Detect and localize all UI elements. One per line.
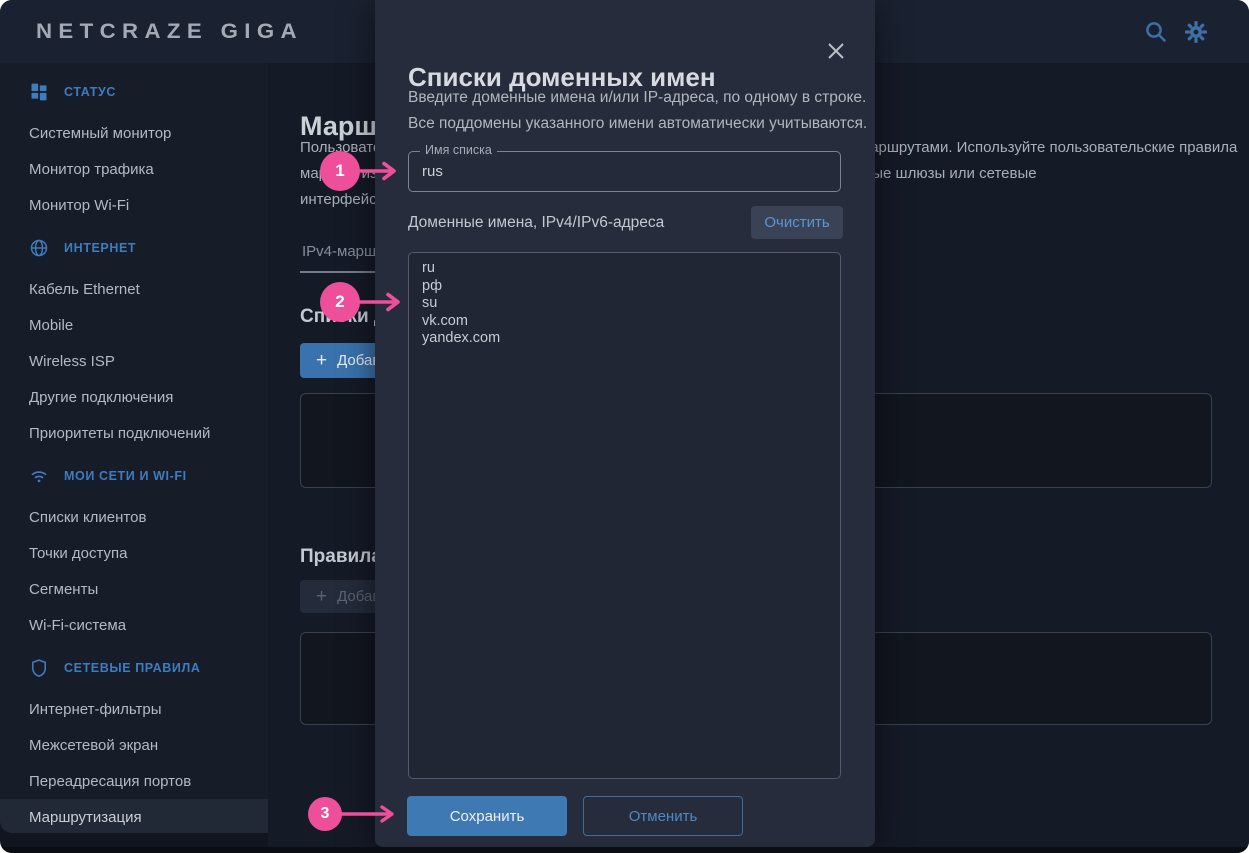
sidebar-section-0: СТАТУС [0, 69, 268, 115]
sidebar-item[interactable]: Точки доступа [0, 535, 268, 571]
sidebar-section-label: МОИ СЕТИ И WI-FI [64, 469, 187, 483]
sidebar-item[interactable]: Mobile [0, 307, 268, 343]
cancel-button[interactable]: Отменить [583, 796, 743, 836]
sidebar-item[interactable]: Другие подключения [0, 379, 268, 415]
sidebar-item[interactable]: Монитор трафика [0, 151, 268, 187]
sidebar-section-2: МОИ СЕТИ И WI-FI [0, 453, 268, 499]
sidebar-section-3: СЕТЕВЫЕ ПРАВИЛА [0, 645, 268, 691]
domain-lists-dialog: Списки доменных имен Введите доменные им… [375, 0, 875, 847]
sidebar-item[interactable]: Системный монитор [0, 115, 268, 151]
wifi-icon [29, 466, 49, 486]
search-icon[interactable] [1143, 19, 1169, 45]
sidebar-item[interactable]: Межсетевой экран [0, 727, 268, 763]
annotation-arrow-2 [356, 292, 406, 312]
list-name-field[interactable]: Имя списка [408, 151, 841, 192]
annotation-marker-3: 3 [308, 797, 342, 831]
sidebar-item[interactable]: Маршрутизация [0, 799, 268, 833]
annotation-marker-1: 1 [320, 151, 360, 191]
sidebar-item[interactable]: Списки клиентов [0, 499, 268, 535]
domains-label: Доменные имена, IPv4/IPv6-адреса [408, 206, 664, 239]
grid-icon [29, 82, 49, 102]
sidebar-item[interactable]: Переадресация портов [0, 763, 268, 799]
plus-icon: + [316, 350, 327, 372]
sidebar: СТАТУС Системный мониторМонитор трафикаМо… [0, 63, 268, 833]
sidebar-item[interactable]: Монитор Wi-Fi [0, 187, 268, 223]
domains-textarea[interactable] [408, 252, 841, 779]
sidebar-section-label: СТАТУС [64, 85, 116, 99]
sidebar-item[interactable]: Wireless ISP [0, 343, 268, 379]
annotation-arrow-3 [338, 804, 400, 824]
globe-icon [29, 238, 49, 258]
dialog-description: Введите доменные имена и/или IP-адреса, … [408, 85, 867, 137]
app-logo: NETCRAZE GIGA [36, 0, 303, 63]
sidebar-item[interactable]: Приоритеты подключений [0, 415, 268, 451]
sidebar-item[interactable]: Сегменты [0, 571, 268, 607]
shield-icon [29, 658, 49, 678]
list-name-input[interactable] [409, 152, 840, 191]
save-button[interactable]: Сохранить [407, 796, 567, 836]
sidebar-section-label: ИНТЕРНЕТ [64, 241, 136, 255]
annotation-marker-2: 2 [320, 282, 360, 322]
app-window: NETCRAZE GIGA [0, 0, 1249, 853]
settings-gear-icon[interactable] [1183, 19, 1209, 45]
plus-icon: + [316, 586, 327, 608]
sidebar-item[interactable]: Кабель Ethernet [0, 271, 268, 307]
bottom-edge-strip [0, 847, 1249, 853]
screenshot-stage: NETCRAZE GIGA [0, 0, 1249, 853]
close-icon[interactable] [823, 38, 849, 64]
sidebar-section-label: СЕТЕВЫЕ ПРАВИЛА [64, 661, 200, 675]
clear-button[interactable]: Очистить [751, 206, 843, 239]
annotation-arrow-1 [356, 161, 404, 181]
sidebar-item[interactable]: Интернет-фильтры [0, 691, 268, 727]
sidebar-section-1: ИНТЕРНЕТ [0, 225, 268, 271]
sidebar-item[interactable]: Wi-Fi-система [0, 607, 268, 643]
